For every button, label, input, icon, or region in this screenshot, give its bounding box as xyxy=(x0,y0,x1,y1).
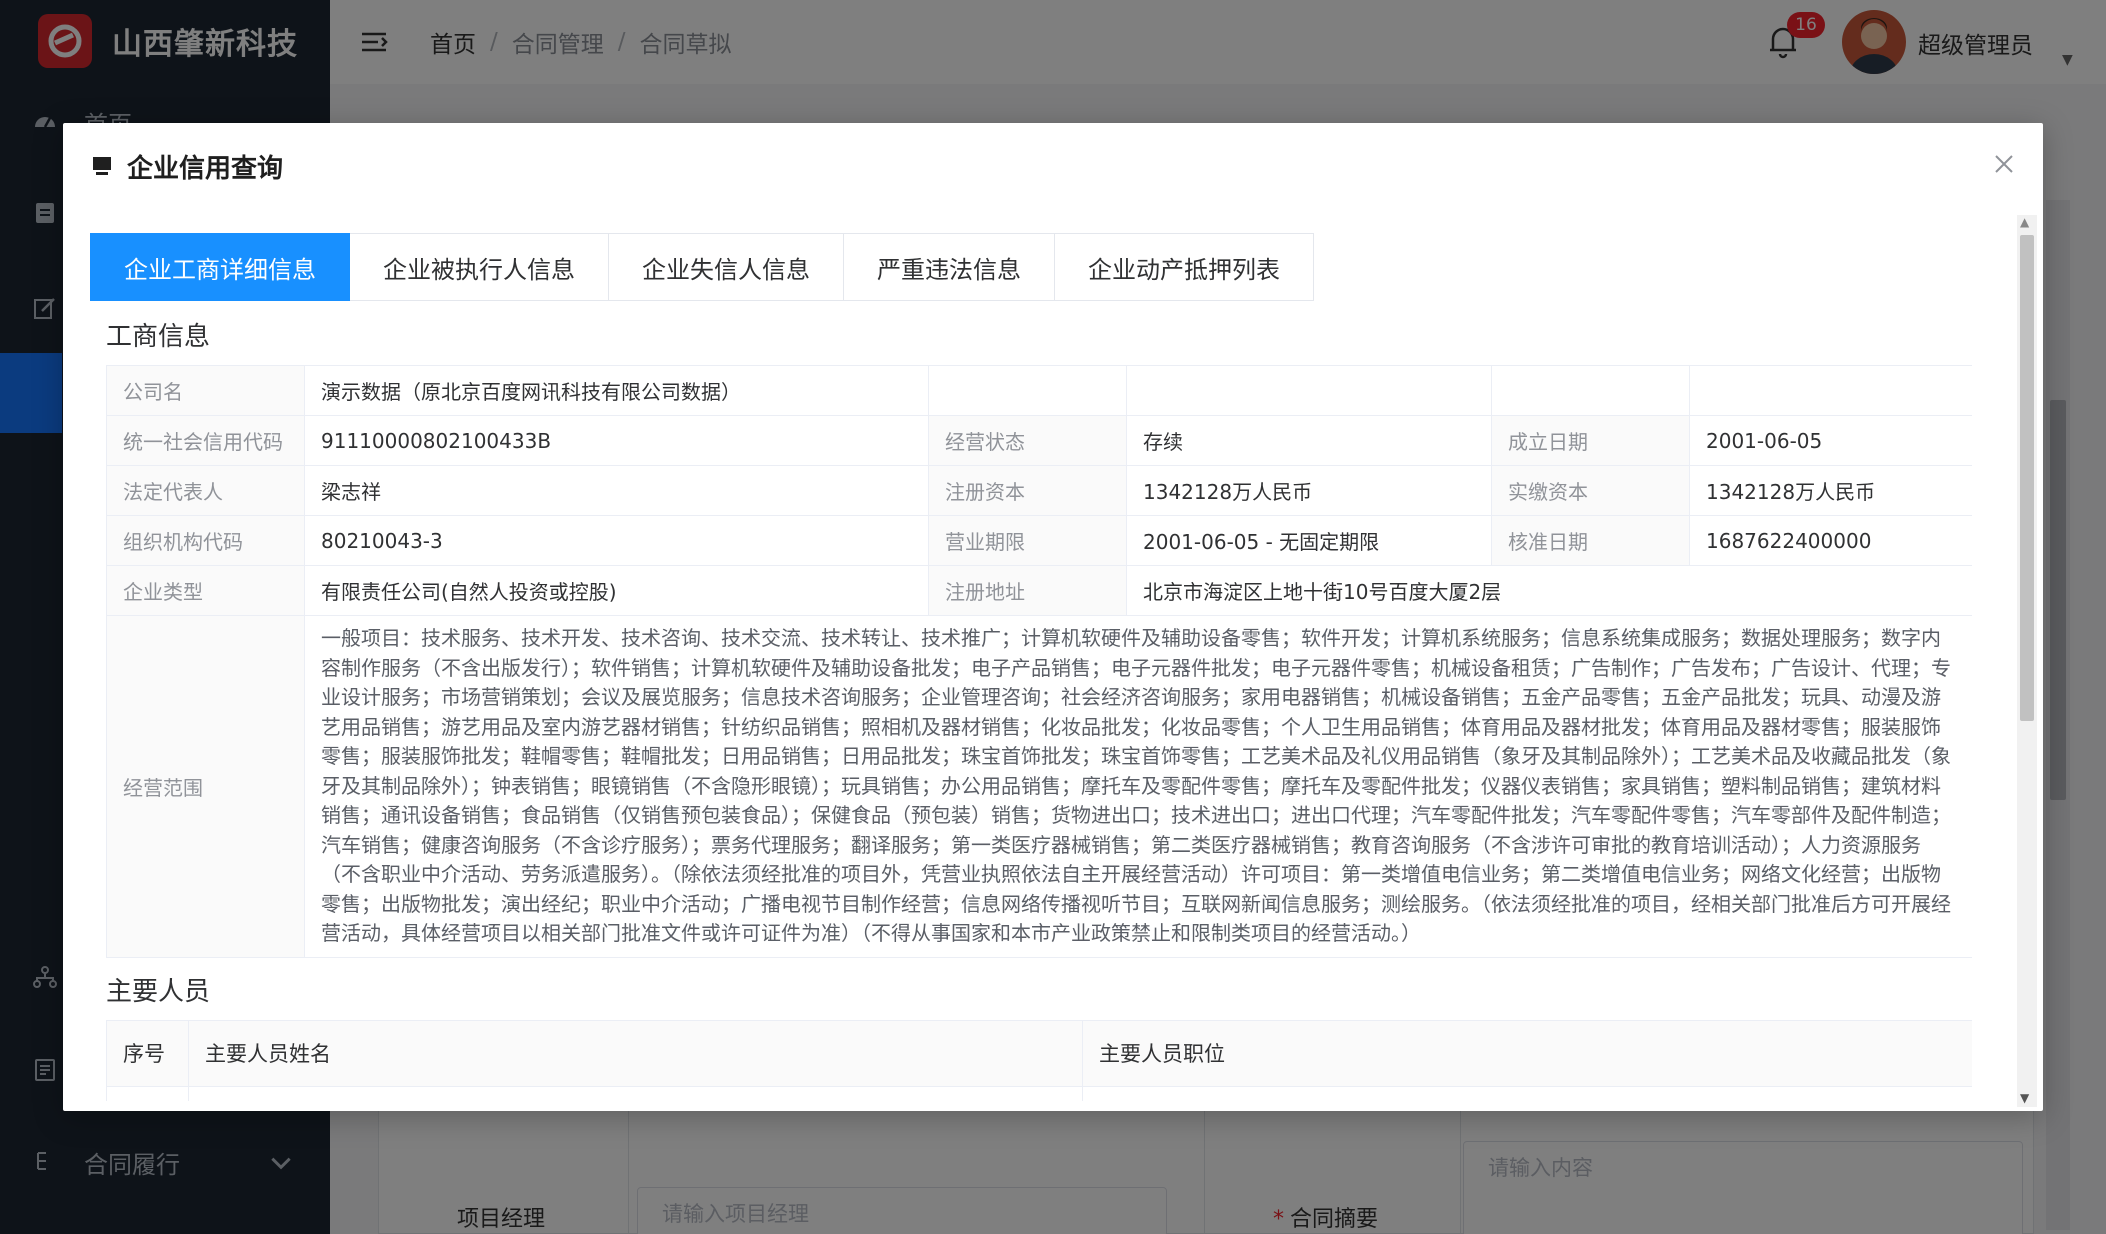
scope-value: 一般项目：技术服务、技术开发、技术咨询、技术交流、技术转让、技术推广；计算机软硬… xyxy=(304,615,1972,958)
established-label: 成立日期 xyxy=(1491,415,1690,466)
paid-capital-label: 实缴资本 xyxy=(1491,465,1690,516)
established-value: 2001-06-05 xyxy=(1689,415,1972,466)
tab-dishonest-person[interactable]: 企业失信人信息 xyxy=(609,233,844,301)
company-name-label: 公司名 xyxy=(106,365,305,416)
staff-section-title: 主要人员 xyxy=(106,976,211,1007)
address-label: 注册地址 xyxy=(928,565,1127,616)
modal-title: 企业信用查询 xyxy=(127,153,284,184)
reg-capital-label: 注册资本 xyxy=(928,465,1127,516)
scope-label: 经营范围 xyxy=(106,615,305,958)
table-cell xyxy=(106,1085,189,1101)
business-info-table: 公司名 演示数据（原北京百度网讯科技有限公司数据） 统一社会信用代码 91110… xyxy=(106,365,1972,958)
table-row: 经营范围 一般项目：技术服务、技术开发、技术咨询、技术交流、技术转让、技术推广；… xyxy=(106,615,1972,958)
tab-chattel-mortgage[interactable]: 企业动产抵押列表 xyxy=(1055,233,1314,301)
empty-cell xyxy=(1689,365,1972,416)
scroll-down-arrow-icon[interactable]: ▼ xyxy=(2020,1091,2029,1105)
empty-cell xyxy=(928,365,1127,416)
tab-executed-person[interactable]: 企业被执行人信息 xyxy=(350,233,609,301)
legal-rep-label: 法定代表人 xyxy=(106,465,305,516)
company-type-label: 企业类型 xyxy=(106,565,305,616)
org-code-label: 组织机构代码 xyxy=(106,515,305,566)
modal-header: 企业信用查询 xyxy=(63,123,2043,209)
company-type-value: 有限责任公司(自然人投资或控股) xyxy=(304,565,929,616)
table-row: 企业类型 有限责任公司(自然人投资或控股) 注册地址 北京市海淀区上地十街10号… xyxy=(106,565,1972,616)
term-value: 2001-06-05 - 无固定期限 xyxy=(1126,515,1492,566)
table-cell xyxy=(188,1085,1083,1101)
credit-code-value: 91110000802100433B xyxy=(304,415,929,466)
modal-scrollbar-thumb[interactable] xyxy=(2020,235,2034,721)
table-row: 统一社会信用代码 91110000802100433B 经营状态 存续 成立日期… xyxy=(106,415,1972,466)
credit-query-modal: 企业信用查询 企业工商详细信息 企业被执行人信息 企业失信人信息 严重违法信息 … xyxy=(63,123,2043,1111)
status-label: 经营状态 xyxy=(928,415,1127,466)
table-row: 法定代表人 梁志祥 注册资本 1342128万人民币 实缴资本 1342128万… xyxy=(106,465,1972,516)
modal-body[interactable]: 企业工商详细信息 企业被执行人信息 企业失信人信息 严重违法信息 企业动产抵押列… xyxy=(90,233,1972,1101)
address-value: 北京市海淀区上地十街10号百度大厦2层 xyxy=(1126,565,1972,616)
table-row: 公司名 演示数据（原北京百度网讯科技有限公司数据） xyxy=(106,365,1972,416)
legal-rep-value: 梁志祥 xyxy=(304,465,929,516)
table-row: 组织机构代码 80210043-3 营业期限 2001-06-05 - 无固定期… xyxy=(106,515,1972,566)
table-row xyxy=(106,1085,1972,1101)
company-name-value: 演示数据（原北京百度网讯科技有限公司数据） xyxy=(304,365,929,416)
business-info-title: 工商信息 xyxy=(106,322,211,352)
term-label: 营业期限 xyxy=(928,515,1127,566)
table-header-row: 序号 主要人员姓名 主要人员职位 xyxy=(106,1019,1972,1087)
tab-business-detail[interactable]: 企业工商详细信息 xyxy=(90,233,350,301)
empty-cell xyxy=(1126,365,1492,416)
column-header-position: 主要人员职位 xyxy=(1082,1019,1972,1087)
tab-bar: 企业工商详细信息 企业被执行人信息 企业失信人信息 严重违法信息 企业动产抵押列… xyxy=(90,233,1972,301)
staff-table: 序号 主要人员姓名 主要人员职位 xyxy=(106,1019,1972,1101)
approval-label: 核准日期 xyxy=(1491,515,1690,566)
paid-capital-value: 1342128万人民币 xyxy=(1689,465,1972,516)
empty-cell xyxy=(1491,365,1690,416)
org-code-value: 80210043-3 xyxy=(304,515,929,566)
approval-value: 1687622400000 xyxy=(1689,515,1972,566)
column-header-name: 主要人员姓名 xyxy=(188,1019,1083,1087)
status-value: 存续 xyxy=(1126,415,1492,466)
monitor-icon xyxy=(93,157,111,175)
credit-code-label: 统一社会信用代码 xyxy=(106,415,305,466)
scroll-up-arrow-icon[interactable]: ▲ xyxy=(2020,215,2029,229)
column-header-index: 序号 xyxy=(106,1019,189,1087)
close-icon[interactable] xyxy=(1993,153,2015,175)
reg-capital-value: 1342128万人民币 xyxy=(1126,465,1492,516)
table-cell xyxy=(1082,1085,1972,1101)
tab-serious-violation[interactable]: 严重违法信息 xyxy=(844,233,1055,301)
